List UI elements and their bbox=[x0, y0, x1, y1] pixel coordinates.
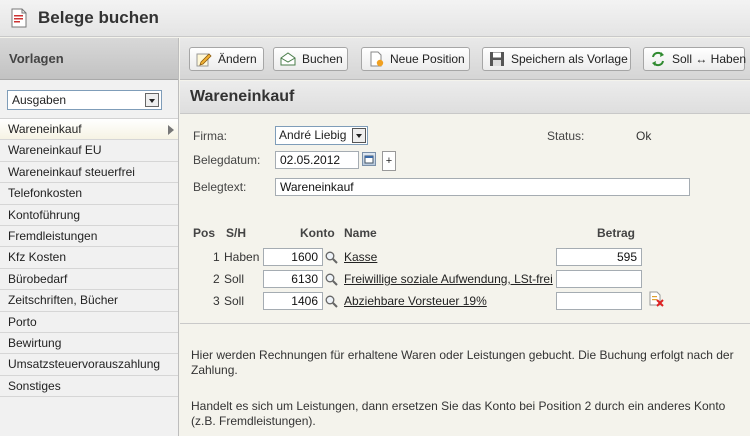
row-pos: 1 bbox=[213, 250, 220, 264]
row-pos: 2 bbox=[213, 272, 220, 286]
magnifier-icon[interactable] bbox=[325, 251, 338, 264]
new-position-button[interactable]: Neue Position bbox=[361, 47, 470, 71]
firma-label: Firma: bbox=[193, 129, 227, 143]
template-item-sonstiges[interactable]: Sonstiges bbox=[0, 376, 178, 398]
category-select[interactable]: Ausgaben bbox=[7, 90, 162, 110]
swap-debit-credit-button[interactable]: Soll ↔ Haben bbox=[643, 47, 747, 71]
template-item-porto[interactable]: Porto bbox=[0, 312, 178, 333]
amount-field[interactable]: 595 bbox=[556, 248, 642, 266]
magnifier-icon[interactable] bbox=[325, 273, 338, 286]
floppy-disk-icon bbox=[489, 51, 505, 67]
template-item-wareneinkauf-steuerfrei[interactable]: Wareneinkauf steuerfrei bbox=[0, 162, 178, 184]
template-item-wareneinkauf[interactable]: Wareneinkauf bbox=[0, 119, 178, 141]
column-header-pos: Pos bbox=[193, 226, 216, 240]
page-title: Belege buchen bbox=[38, 8, 159, 27]
konto-field[interactable]: 1406 bbox=[263, 292, 323, 310]
amount-field[interactable] bbox=[556, 270, 642, 288]
template-item-umsatzsteuervorauszahlung[interactable]: Umsatzsteuervorauszahlung bbox=[0, 354, 178, 376]
category-select-value: Ausgaben bbox=[12, 93, 67, 107]
chevron-down-icon[interactable] bbox=[352, 128, 366, 143]
book-button[interactable]: Buchen bbox=[273, 47, 348, 71]
row-sh: Haben bbox=[224, 250, 260, 264]
magnifier-icon[interactable] bbox=[325, 295, 338, 308]
template-item-kontofuehrung[interactable]: Kontoführung bbox=[0, 205, 178, 226]
template-item-wareneinkauf-eu[interactable]: Wareneinkauf EU bbox=[0, 140, 178, 162]
column-header-konto: Konto bbox=[300, 226, 335, 240]
row-sh: Soll bbox=[224, 294, 245, 308]
new-document-icon bbox=[368, 51, 384, 67]
calendar-icon[interactable] bbox=[362, 152, 376, 166]
add-date-button[interactable]: + bbox=[382, 151, 396, 171]
row-sh: Soll bbox=[224, 272, 245, 286]
template-list: Wareneinkauf Wareneinkauf EU Wareneinkau… bbox=[0, 118, 178, 398]
save-template-button-label: Speichern als Vorlage bbox=[511, 52, 628, 66]
delete-position-icon[interactable] bbox=[648, 291, 664, 307]
template-item-fremdleistungen[interactable]: Fremdleistungen bbox=[0, 226, 178, 248]
swap-arrows-icon bbox=[650, 51, 666, 67]
info-text-payment: Hier werden Rechnungen für erhaltene War… bbox=[191, 348, 734, 377]
amount-field[interactable] bbox=[556, 292, 642, 310]
date-label: Belegdatum: bbox=[193, 153, 261, 167]
konto-field[interactable]: 1600 bbox=[263, 248, 323, 266]
sidebar-heading: Vorlagen bbox=[0, 38, 178, 80]
status-value: Ok bbox=[636, 129, 652, 143]
template-item-telefonkosten[interactable]: Telefonkosten bbox=[0, 183, 178, 205]
edit-button[interactable]: Ändern bbox=[189, 47, 264, 71]
pencil-icon bbox=[196, 51, 212, 67]
column-header-sh: S/H bbox=[226, 226, 247, 240]
firma-select-value: André Liebig bbox=[279, 128, 347, 142]
divider bbox=[180, 323, 750, 324]
account-name-link[interactable]: Freiwillige soziale Aufwendung, LSt-frei bbox=[344, 272, 553, 286]
edit-button-label: Ändern bbox=[218, 52, 257, 66]
row-pos: 3 bbox=[213, 294, 220, 308]
column-header-betrag: Betrag bbox=[597, 226, 636, 240]
toolbar: Ändern Buchen Neue Position Speichern al… bbox=[180, 38, 750, 80]
document-icon bbox=[10, 8, 28, 28]
template-item-buerobedarf[interactable]: Bürobedarf bbox=[0, 269, 178, 291]
new-position-button-label: Neue Position bbox=[390, 52, 465, 66]
template-item-bewirtung[interactable]: Bewirtung bbox=[0, 333, 178, 355]
save-template-button[interactable]: Speichern als Vorlage bbox=[482, 47, 631, 71]
firma-select[interactable]: André Liebig bbox=[275, 126, 368, 145]
document-text-field[interactable]: Wareneinkauf bbox=[275, 178, 690, 196]
account-name-link[interactable]: Kasse bbox=[344, 250, 377, 264]
info-text-services: Handelt es sich um Leistungen, dann erse… bbox=[191, 399, 726, 428]
account-name-link[interactable]: Abziehbare Vorsteuer 19% bbox=[344, 294, 487, 308]
booking-form: Wareneinkauf Firma: André Liebig Status:… bbox=[180, 81, 750, 436]
status-label: Status: bbox=[547, 129, 585, 143]
form-heading: Wareneinkauf bbox=[180, 81, 750, 114]
swap-button-label: Soll ↔ Haben bbox=[672, 52, 747, 66]
sidebar: Vorlagen Ausgaben Wareneinkauf Wareneink… bbox=[0, 38, 179, 436]
column-header-name: Name bbox=[344, 226, 377, 240]
envelope-icon bbox=[280, 51, 296, 67]
text-label: Belegtext: bbox=[193, 180, 247, 194]
book-button-label: Buchen bbox=[302, 52, 343, 66]
template-item-kfz-kosten[interactable]: Kfz Kosten bbox=[0, 247, 178, 269]
date-field[interactable]: 02.05.2012 bbox=[275, 151, 359, 169]
title-bar: Belege buchen bbox=[0, 0, 750, 37]
chevron-down-icon[interactable] bbox=[145, 93, 159, 107]
template-item-zeitschriften[interactable]: Zeitschriften, Bücher bbox=[0, 290, 178, 312]
konto-field[interactable]: 6130 bbox=[263, 270, 323, 288]
